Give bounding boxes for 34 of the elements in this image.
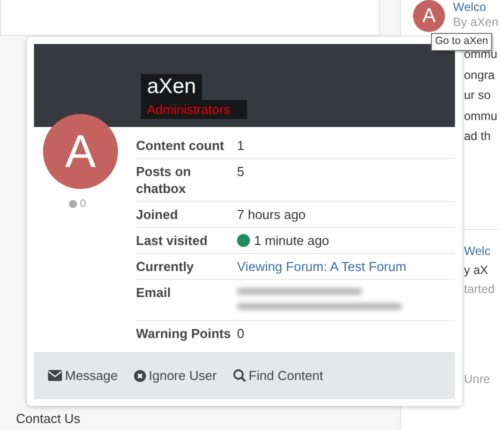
post-text: ongra [463, 66, 496, 84]
tooltip: Go to aXen [431, 33, 492, 51]
field-value: 0 [237, 325, 246, 342]
location-link[interactable]: Viewing Forum: A Test Forum [237, 259, 406, 274]
field-label: Currently [136, 258, 195, 275]
avatar[interactable]: A [413, 0, 445, 32]
post-text: ommu [463, 108, 498, 124]
field-label: Posts on chatbox [136, 163, 192, 197]
field-value: 1 minute ago [254, 232, 330, 249]
search-icon [232, 369, 246, 382]
field-value: 5 [237, 163, 246, 181]
field-label: Last visited [136, 232, 209, 249]
user-name: aXen [141, 74, 202, 100]
message-button[interactable]: Message [48, 366, 118, 386]
search-button[interactable]: Find Content [232, 366, 324, 386]
reputation-dot [69, 200, 77, 208]
ignore-button[interactable]: Ignore User [134, 366, 217, 386]
cross-circle-icon [134, 370, 146, 382]
field-label: Email [136, 284, 172, 302]
field-label: Content count [136, 137, 226, 154]
field-label: Joined [136, 206, 179, 223]
footer-link[interactable]: Contact Us [16, 410, 80, 426]
post-text: ur so [463, 87, 492, 104]
user-group: Administrators [141, 100, 247, 119]
topic-meta: tarted [463, 280, 496, 298]
profile-avatar: A [43, 114, 118, 189]
author-text: By aXen [453, 15, 498, 30]
field-value: 1 [237, 137, 246, 154]
topic-link[interactable]: Welco [453, 0, 498, 15]
field-label: Warning Points [136, 325, 232, 342]
field-value: 7 hours ago [237, 206, 307, 223]
reputation-count: 0 [80, 197, 86, 212]
post-text: ad th [463, 128, 492, 145]
envelope-icon [48, 370, 62, 381]
